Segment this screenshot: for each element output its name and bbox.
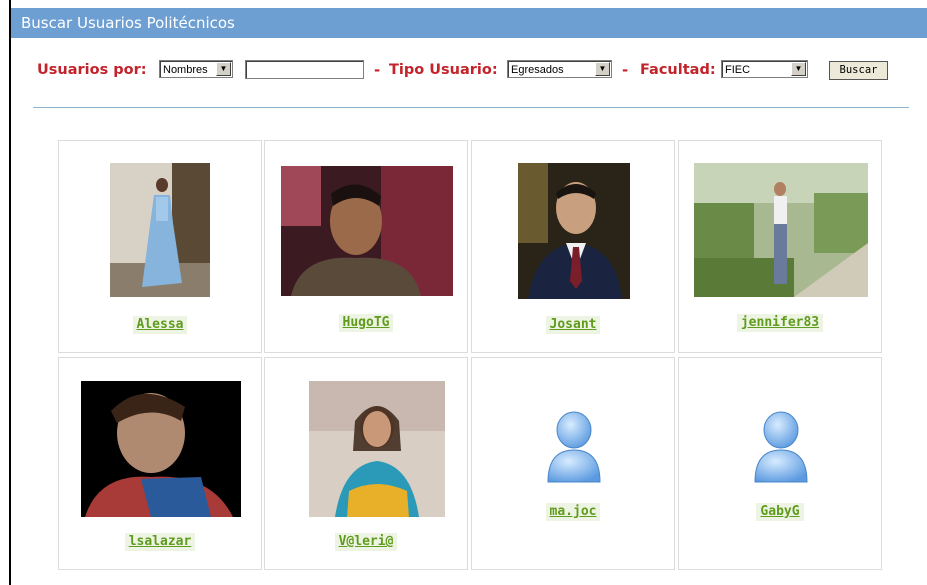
chevron-down-icon[interactable]: ▼ — [216, 62, 231, 76]
username-link-container: Alessa — [59, 316, 261, 334]
divider — [33, 107, 909, 108]
username-link[interactable]: HugoTG — [338, 314, 394, 332]
tipo-usuario-label: Tipo Usuario: — [389, 62, 498, 78]
search-input[interactable] — [245, 60, 364, 79]
page-frame: Buscar Usuarios Politécnicos Usuarios po… — [9, 0, 927, 585]
username-link-container: lsalazar — [59, 533, 261, 551]
facultad-value: FIEC — [725, 64, 751, 76]
user-photo[interactable] — [309, 381, 445, 517]
usuarios-por-label: Usuarios por: — [37, 62, 147, 78]
default-avatar-icon[interactable] — [751, 410, 811, 486]
user-card: ma.joc — [471, 357, 675, 570]
tipo-usuario-value: Egresados — [511, 64, 564, 76]
user-photo[interactable] — [518, 163, 630, 299]
usuarios-por-value: Nombres — [163, 64, 208, 76]
user-photo[interactable] — [110, 163, 210, 297]
page-title: Buscar Usuarios Politécnicos — [11, 8, 927, 38]
username-link-container: Josant — [472, 316, 674, 334]
separator-dash: - — [622, 61, 629, 79]
facultad-label: Facultad: — [640, 62, 716, 78]
user-photo[interactable] — [81, 381, 241, 517]
username-link-container: ma.joc — [472, 503, 674, 521]
username-link[interactable]: jennifer83 — [736, 314, 824, 332]
chevron-down-icon[interactable]: ▼ — [595, 62, 610, 76]
separator-dash: - — [374, 61, 381, 79]
username-link[interactable]: Josant — [545, 316, 601, 334]
user-card: lsalazar — [58, 357, 262, 570]
user-card: GabyG — [678, 357, 882, 570]
username-link[interactable]: ma.joc — [545, 503, 601, 521]
user-card: jennifer83 — [678, 140, 882, 353]
user-card: Josant — [471, 140, 675, 353]
user-card: Alessa — [58, 140, 262, 353]
username-link[interactable]: GabyG — [756, 503, 804, 521]
usuarios-por-select[interactable]: Nombres ▼ — [159, 60, 233, 78]
username-link[interactable]: lsalazar — [124, 533, 196, 551]
user-photo[interactable] — [694, 163, 868, 297]
username-link[interactable]: Alessa — [132, 316, 188, 334]
user-card: V@leri@ — [264, 357, 468, 570]
username-link-container: HugoTG — [265, 314, 467, 332]
facultad-select[interactable]: FIEC ▼ — [721, 60, 808, 78]
user-photo[interactable] — [281, 166, 453, 296]
user-card: HugoTG — [264, 140, 468, 353]
default-avatar-icon[interactable] — [544, 410, 604, 486]
buscar-button[interactable]: Buscar — [829, 61, 888, 80]
search-bar: Usuarios por: Nombres ▼ - Tipo Usuario: … — [37, 60, 917, 82]
username-link-container: GabyG — [679, 503, 881, 521]
chevron-down-icon[interactable]: ▼ — [791, 62, 806, 76]
username-link[interactable]: V@leri@ — [334, 533, 398, 551]
tipo-usuario-select[interactable]: Egresados ▼ — [507, 60, 612, 78]
username-link-container: jennifer83 — [679, 314, 881, 332]
username-link-container: V@leri@ — [265, 533, 467, 551]
